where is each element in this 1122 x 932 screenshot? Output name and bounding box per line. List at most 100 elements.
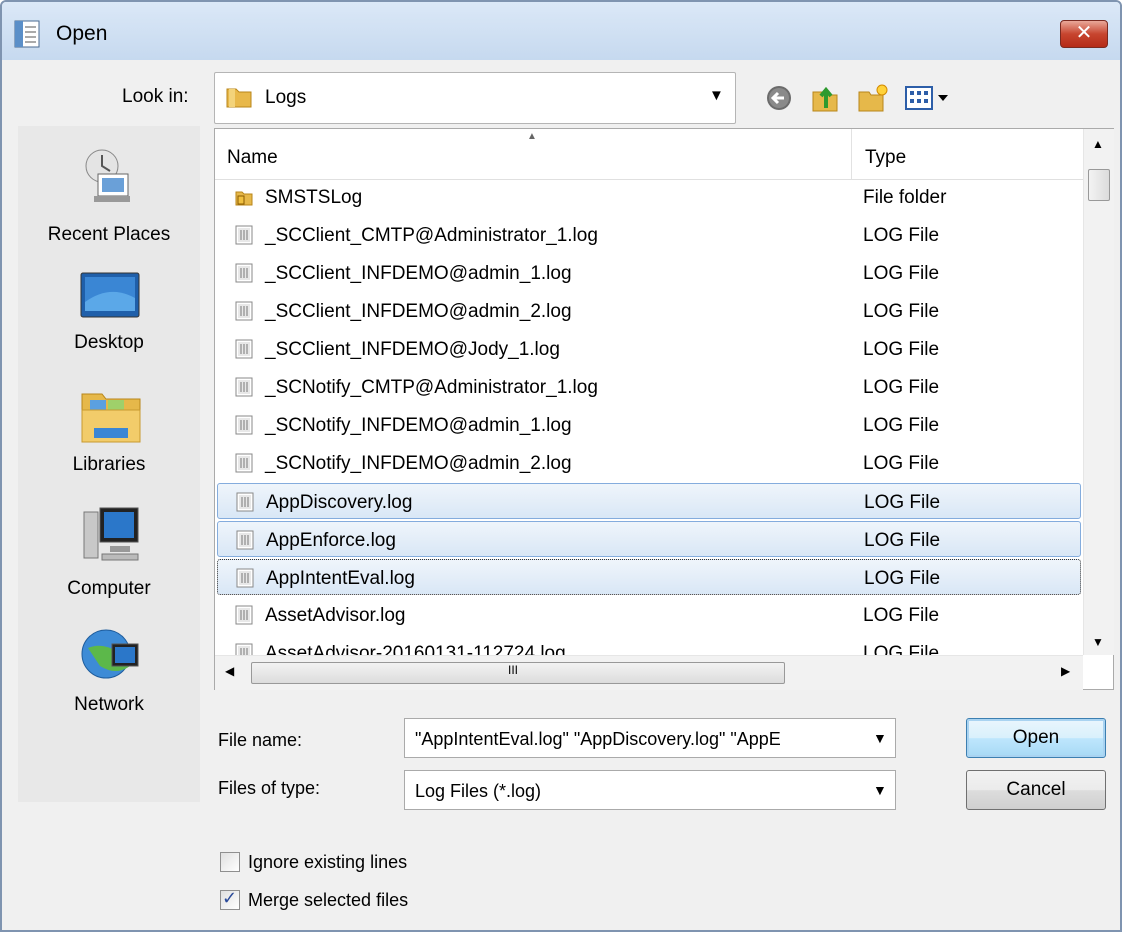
scroll-down-icon[interactable]: ▼ [1092, 635, 1104, 649]
folder-lock-icon [235, 187, 253, 207]
scroll-grip: III [508, 663, 519, 677]
file-name-input[interactable]: "AppIntentEval.log" "AppDiscovery.log" "… [404, 718, 896, 758]
look-in-label: Look in: [122, 86, 189, 107]
file-row[interactable]: SMSTSLog File folder [217, 179, 1081, 215]
file-row[interactable]: AppEnforce.log LOG File [217, 521, 1081, 557]
file-list[interactable]: ▲ Name Type SMSTSLog File folder _SCClient… [214, 128, 1114, 690]
file-row[interactable]: _SCClient_CMTP@Administrator_1.log LOG Fi… [217, 217, 1081, 253]
place-label: Network [74, 694, 144, 715]
log-file-icon [235, 605, 253, 625]
vertical-scroll-thumb[interactable] [1088, 169, 1110, 201]
file-name: _SCClient_INFDEMO@admin_2.log [265, 301, 572, 322]
file-row[interactable]: AssetAdvisor.log LOG File [217, 597, 1081, 633]
file-row[interactable]: AppIntentEval.log LOG File [217, 559, 1081, 595]
look-in-dropdown[interactable]: Logs ▼ [214, 72, 736, 124]
log-file-icon [235, 377, 253, 397]
open-button[interactable]: Open [966, 718, 1106, 758]
place-desktop[interactable]: Desktop [18, 256, 200, 366]
up-folder-icon[interactable] [810, 82, 840, 114]
file-type: LOG File [863, 339, 940, 360]
file-type: LOG File [863, 605, 940, 626]
column-header: ▲ Name Type [215, 129, 1083, 180]
file-type: LOG File [863, 377, 940, 398]
file-name-value: "AppIntentEval.log" "AppDiscovery.log" "… [415, 729, 781, 749]
file-type: LOG File [863, 453, 940, 474]
chevron-down-icon[interactable]: ▼ [709, 87, 724, 104]
file-type: LOG File [864, 530, 941, 551]
chevron-down-icon[interactable]: ▼ [873, 782, 887, 798]
file-type-label: Files of type: [218, 778, 321, 798]
file-type: LOG File [863, 415, 940, 436]
horizontal-scroll-thumb[interactable]: III [251, 662, 785, 684]
column-type-header[interactable]: Type [865, 147, 906, 169]
file-row[interactable]: _SCNotify_INFDEMO@admin_1.log LOG File [217, 407, 1081, 443]
file-type: File folder [863, 187, 947, 208]
log-file-icon [235, 415, 253, 435]
place-label: Recent Places [47, 224, 171, 245]
file-name: _SCNotify_INFDEMO@admin_2.log [265, 453, 572, 474]
title-bar: Open ✕ [2, 2, 1120, 60]
log-file-icon [236, 568, 254, 588]
column-name-header[interactable]: Name [227, 147, 278, 169]
file-row[interactable]: _SCNotify_INFDEMO@admin_2.log LOG File [217, 445, 1081, 481]
file-row[interactable]: _SCNotify_CMTP@Administrator_1.log LOG Fi… [217, 369, 1081, 405]
view-menu-icon[interactable] [902, 82, 958, 114]
desktop-icon [80, 272, 140, 318]
file-row[interactable]: _SCClient_INFDEMO@admin_2.log LOG File [217, 293, 1081, 329]
ignore-existing-lines-checkbox[interactable] [220, 852, 240, 872]
log-file-icon [235, 225, 253, 245]
place-libraries[interactable]: Libraries [18, 382, 200, 488]
window-title: Open [56, 22, 108, 45]
look-in-value: Logs [265, 87, 307, 108]
places-bar: Recent Places Desktop Libraries Computer… [18, 126, 200, 802]
horizontal-scrollbar[interactable]: ◀ III ▶ [215, 655, 1083, 690]
open-dialog: Open ✕ Look in: Logs ▼ Recent Places Des… [0, 0, 1122, 932]
file-type: LOG File [864, 492, 941, 513]
new-folder-icon[interactable] [856, 82, 890, 114]
file-name: _SCClient_CMTP@Administrator_1.log [265, 225, 598, 246]
file-name: AppDiscovery.log [266, 492, 413, 513]
back-icon[interactable] [764, 82, 794, 114]
merge-selected-files-checkbox[interactable]: ✓ [220, 888, 240, 910]
file-type: LOG File [863, 301, 940, 322]
place-label: Libraries [72, 454, 146, 475]
file-row[interactable]: _SCClient_INFDEMO@Jody_1.log LOG File [217, 331, 1081, 367]
file-name: AppIntentEval.log [266, 568, 415, 589]
scroll-left-icon[interactable]: ◀ [225, 664, 234, 678]
file-type-select[interactable]: Log Files (*.log) ▼ [404, 770, 896, 810]
file-name: AppEnforce.log [266, 530, 396, 551]
place-computer[interactable]: Computer [18, 498, 200, 616]
file-name: _SCClient_INFDEMO@admin_1.log [265, 263, 572, 284]
log-file-icon [236, 530, 254, 550]
place-recent-places[interactable]: Recent Places [18, 138, 200, 250]
libraries-icon [81, 393, 141, 443]
file-name: _SCClient_INFDEMO@Jody_1.log [265, 339, 560, 360]
file-type: LOG File [864, 568, 941, 589]
recent-places-icon [85, 149, 130, 202]
log-file-icon [236, 492, 254, 512]
place-label: Desktop [74, 332, 144, 353]
log-file-icon [235, 339, 253, 359]
column-divider[interactable] [851, 129, 852, 179]
file-row[interactable]: AppDiscovery.log LOG File [217, 483, 1081, 519]
log-file-icon [235, 301, 253, 321]
computer-icon [83, 507, 139, 561]
network-icon [81, 629, 139, 679]
checkmark-icon: ✓ [222, 888, 238, 908]
file-name: _SCNotify_INFDEMO@admin_1.log [265, 415, 572, 436]
scroll-right-icon[interactable]: ▶ [1061, 664, 1070, 678]
file-type: LOG File [863, 263, 940, 284]
ignore-existing-lines-label: Ignore existing lines [248, 852, 408, 872]
file-row[interactable]: _SCClient_INFDEMO@admin_1.log LOG File [217, 255, 1081, 291]
log-file-icon [235, 263, 253, 283]
cancel-button[interactable]: Cancel [966, 770, 1106, 810]
place-label: Computer [67, 578, 151, 599]
dialog-icon [14, 20, 40, 48]
log-file-icon [235, 453, 253, 473]
file-name-label: File name: [218, 730, 303, 750]
vertical-scrollbar[interactable]: ▲ ▼ [1083, 129, 1114, 655]
place-network[interactable]: Network [18, 620, 200, 720]
chevron-down-icon[interactable]: ▼ [873, 730, 887, 746]
scroll-up-icon[interactable]: ▲ [1092, 137, 1104, 151]
close-button[interactable]: ✕ [1060, 20, 1108, 48]
